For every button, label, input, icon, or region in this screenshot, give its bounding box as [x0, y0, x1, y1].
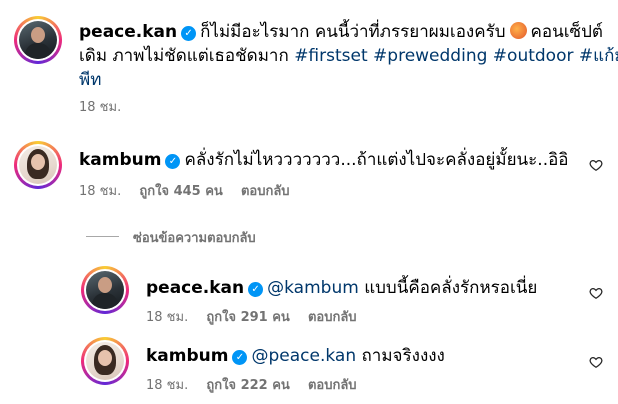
caption-text-1b: คอนเซ็ปต์ [530, 22, 603, 42]
heart-outline-icon[interactable] [589, 355, 603, 369]
comment-text: คลั่งรักไม่ไหววววววว...ถ้าแต่งไปจะคลั่งอ… [184, 150, 569, 170]
caption-meta: 18 ชม. [79, 99, 135, 117]
caption-avatar[interactable] [14, 16, 62, 64]
reply-text-2: ถามจริงงงง [361, 346, 445, 366]
comment-username[interactable]: kambum [79, 150, 161, 170]
reply-username-1[interactable]: peace.kan [146, 278, 244, 298]
reply-username-2[interactable]: kambum [146, 346, 228, 366]
hashtag-prewedding[interactable]: #prewedding [373, 46, 487, 66]
caption-text-1: ก็ไม่มีอะไรมาก คนนี้ว่าที่ภรรยาผมเองครับ [200, 22, 506, 42]
comment-line: kambum ✓ คลั่งรักไม่ไหววววววว...ถ้าแต่งไปจ… [79, 148, 569, 172]
heart-outline-icon[interactable] [589, 158, 603, 172]
reply-mention-2[interactable]: @peace.kan [251, 346, 356, 366]
reply-likes-1[interactable]: ถูกใจ 291 คน [206, 310, 289, 325]
caption-line-2: เดิม ภาพไม่ชัดแต่เธอชัดมาก #firstset #pr… [79, 44, 618, 68]
caption-line-3: พีท [79, 68, 101, 92]
replies-divider [86, 236, 119, 237]
comment-avatar-kambum[interactable] [14, 141, 62, 189]
hashtag-firstset[interactable]: #firstset [294, 46, 367, 66]
heart-outline-icon[interactable] [589, 286, 603, 300]
caption-username[interactable]: peace.kan [79, 22, 177, 42]
hashtag-kaem-cont[interactable]: พีท [79, 70, 101, 90]
reply-avatar-peace[interactable] [81, 266, 129, 314]
reply-line-1: peace.kan ✓ @kambum แบบนี้คือคลั่งรักหรอเน… [146, 276, 537, 300]
verified-badge-icon: ✓ [232, 350, 248, 365]
hashtag-outdoor[interactable]: #outdoor [493, 46, 574, 66]
reply-likes-2[interactable]: ถูกใจ 222 คน [206, 378, 289, 393]
verified-badge-icon: ✓ [248, 282, 264, 297]
verified-badge-icon: ✓ [181, 26, 197, 41]
reply-time-2[interactable]: 18 ชม. [146, 378, 188, 393]
reply-reply-button-1[interactable]: ตอบกลับ [308, 310, 357, 325]
comment-likes[interactable]: ถูกใจ 445 คน [139, 184, 222, 199]
comment-time[interactable]: 18 ชม. [79, 184, 121, 199]
reply-meta-2: 18 ชม. ถูกใจ 222 คน ตอบกลับ [146, 377, 371, 395]
reply-line-2: kambum ✓ @peace.kan ถามจริงงงง [146, 344, 445, 368]
reply-avatar-kambum[interactable] [81, 337, 129, 385]
hide-replies-button[interactable]: ซ่อนข้อความตอบกลับ [133, 227, 256, 248]
reply-text-1: แบบนี้คือคลั่งรักหรอเนี่ย [364, 278, 538, 298]
caption-line-1: peace.kan ✓ ก็ไม่มีอะไรมาก คนนี้ว่าที่ภรรย… [79, 20, 603, 44]
comment-meta: 18 ชม. ถูกใจ 445 คน ตอบกลับ [79, 183, 304, 201]
caption-time[interactable]: 18 ชม. [79, 100, 121, 115]
comment-reply-button[interactable]: ตอบกลับ [241, 184, 290, 199]
reply-meta-1: 18 ชม. ถูกใจ 291 คน ตอบกลับ [146, 309, 371, 327]
reply-reply-button-2[interactable]: ตอบกลับ [308, 378, 357, 393]
caption-text-2: เดิม ภาพไม่ชัดแต่เธอชัดมาก [79, 46, 289, 66]
hashtag-kaem[interactable]: #แก้ม [579, 46, 618, 66]
emoji-icon [509, 22, 527, 39]
verified-badge-icon: ✓ [165, 154, 181, 169]
reply-mention-1[interactable]: @kambum [267, 278, 359, 298]
reply-time-1[interactable]: 18 ชม. [146, 310, 188, 325]
